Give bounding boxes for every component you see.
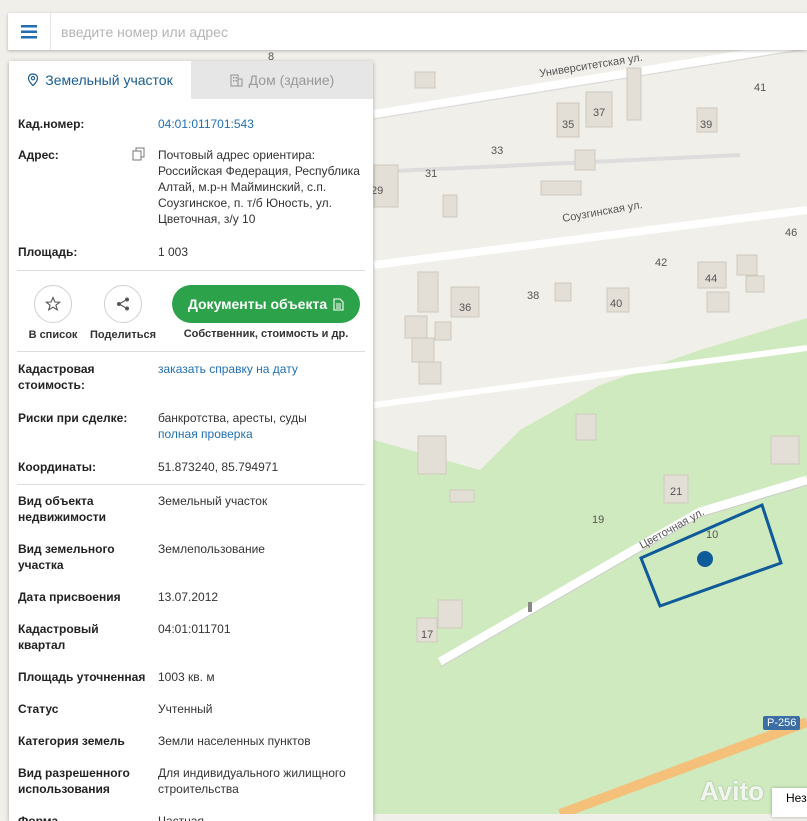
coordinates-label: Координаты: <box>18 460 97 474</box>
house-number: 31 <box>425 168 437 180</box>
order-certificate-link[interactable]: заказать справку на дату <box>158 361 364 393</box>
coordinates-value: 51.873240, 85.794971 <box>158 460 279 474</box>
cad-number-row: Кад.номер: 04:01:011701:543 <box>9 116 373 132</box>
building-icon <box>230 73 243 87</box>
documents-button-label: Документы объекта <box>187 296 328 312</box>
utility-marker <box>528 602 532 612</box>
detail-label: Кадастровый квартал <box>18 622 99 652</box>
share-button[interactable]: Поделиться <box>88 285 158 341</box>
detail-row: Площадь уточненная 1003 кв. м <box>9 669 373 685</box>
address-row: Адрес: Почтовый адрес ориентира: Российс… <box>9 147 373 227</box>
detail-row: Категория земель Земли населенных пунктов <box>9 733 373 749</box>
area-value: 1 003 <box>158 245 189 259</box>
copy-button[interactable] <box>128 147 158 227</box>
house-number: 35 <box>562 119 574 131</box>
search-bar <box>8 13 807 50</box>
document-icon <box>333 297 344 311</box>
detail-value: Земли населенных пунктов <box>158 734 311 748</box>
detail-row: Вид земельного участка Землепользование <box>9 541 373 573</box>
corner-snippet: Нез <box>772 788 807 817</box>
house-number: 19 <box>592 514 604 526</box>
cadastral-cost-label: Кадастровая стоимость: <box>18 362 95 392</box>
detail-row: Кадастровый квартал 04:01:011701 <box>9 621 373 653</box>
detail-label: Форма <box>18 814 59 821</box>
tab-land-plot-label: Земельный участок <box>45 72 173 88</box>
detail-row: Форма Частная <box>9 813 373 821</box>
house-number: 10 <box>706 529 718 541</box>
detail-label: Вид объекта недвижимости <box>18 494 106 524</box>
house-number: 33 <box>491 145 503 157</box>
detail-row: Вид объекта недвижимости Земельный участо… <box>9 493 373 525</box>
tab-building-label: Дом (здание) <box>248 72 335 88</box>
house-number: 39 <box>700 119 712 131</box>
tab-building[interactable]: Дом (здание) <box>191 61 373 99</box>
risks-value: банкротства, аресты, суды <box>158 411 307 425</box>
share-icon <box>117 297 129 311</box>
info-panel: Земельный участок Дом (здание) Кад.номер… <box>9 61 373 821</box>
share-label: Поделиться <box>89 329 157 341</box>
add-to-list-button[interactable]: В список <box>18 285 88 341</box>
actions-row: В список Поделиться Документы объекта Со… <box>9 271 373 351</box>
detail-value: Частная <box>158 814 204 821</box>
coordinates-row: Координаты: 51.873240, 85.794971 <box>9 459 373 475</box>
house-number: 46 <box>785 227 797 239</box>
documents-button[interactable]: Документы объекта <box>172 285 360 323</box>
hamburger-icon <box>21 24 37 38</box>
tab-bar: Земельный участок Дом (здание) <box>9 61 373 99</box>
house-number: 21 <box>670 486 682 498</box>
detail-row: Дата присвоения 13.07.2012 <box>9 589 373 605</box>
star-icon <box>45 296 61 312</box>
documents-subtitle: Собственник, стоимость и др. <box>183 328 349 340</box>
house-number: 44 <box>705 273 717 285</box>
detail-value: Земельный участок <box>158 494 268 508</box>
house-number: 17 <box>421 629 433 641</box>
detail-label: Статус <box>18 702 59 716</box>
location-icon <box>28 73 39 87</box>
watermark: Avito <box>700 776 765 806</box>
road-badge: Р-256 <box>763 716 801 730</box>
detail-value: Учтенный <box>158 702 213 716</box>
detail-label: Вид разрешенного использования <box>18 766 130 796</box>
detail-label: Категория земель <box>18 734 125 748</box>
risks-label: Риски при сделке: <box>18 411 128 425</box>
detail-value: 1003 кв. м <box>158 670 215 684</box>
house-number: 42 <box>655 257 667 269</box>
house-number: 41 <box>754 82 766 94</box>
cad-number-link[interactable]: 04:01:011701:543 <box>158 116 364 132</box>
area-row: Площадь: 1 003 <box>9 244 373 260</box>
detail-label: Площадь уточненная <box>18 670 146 684</box>
house-number: 38 <box>527 290 539 302</box>
house-number: 40 <box>610 298 622 310</box>
details-list: Вид объекта недвижимости Земельный участо… <box>9 493 373 821</box>
cadastral-cost-row: Кадастровая стоимость: заказать справку … <box>9 361 373 393</box>
detail-label: Вид земельного участка <box>18 542 115 572</box>
copy-icon <box>132 147 145 161</box>
detail-row: Вид разрешенного использования Для индиви… <box>9 765 373 797</box>
detail-value: 13.07.2012 <box>158 590 219 604</box>
detail-label: Дата присвоения <box>18 590 121 604</box>
tab-land-plot[interactable]: Земельный участок <box>9 61 191 99</box>
menu-button[interactable] <box>8 13 51 50</box>
cad-number-label: Кад.номер: <box>18 117 85 131</box>
detail-value: Землепользование <box>158 542 265 556</box>
risks-row: Риски при сделке: банкротства, аресты, с… <box>9 410 373 442</box>
add-to-list-label: В список <box>28 329 78 341</box>
full-check-link[interactable]: полная проверка <box>158 426 364 442</box>
location-pin[interactable] <box>697 551 713 567</box>
detail-value: 04:01:011701 <box>158 622 231 636</box>
address-label: Адрес: <box>18 148 59 162</box>
house-number: 36 <box>459 302 471 314</box>
search-input[interactable] <box>51 15 807 48</box>
address-value: Почтовый адрес ориентира: Российская Фед… <box>158 148 360 226</box>
detail-row: Статус Учтенный <box>9 701 373 717</box>
area-label: Площадь: <box>18 245 78 259</box>
documents-block: Документы объекта Собственник, стоимость… <box>172 285 360 340</box>
house-number: 37 <box>593 107 605 119</box>
detail-value: Для индивидуального жилищного строительс… <box>158 766 346 796</box>
